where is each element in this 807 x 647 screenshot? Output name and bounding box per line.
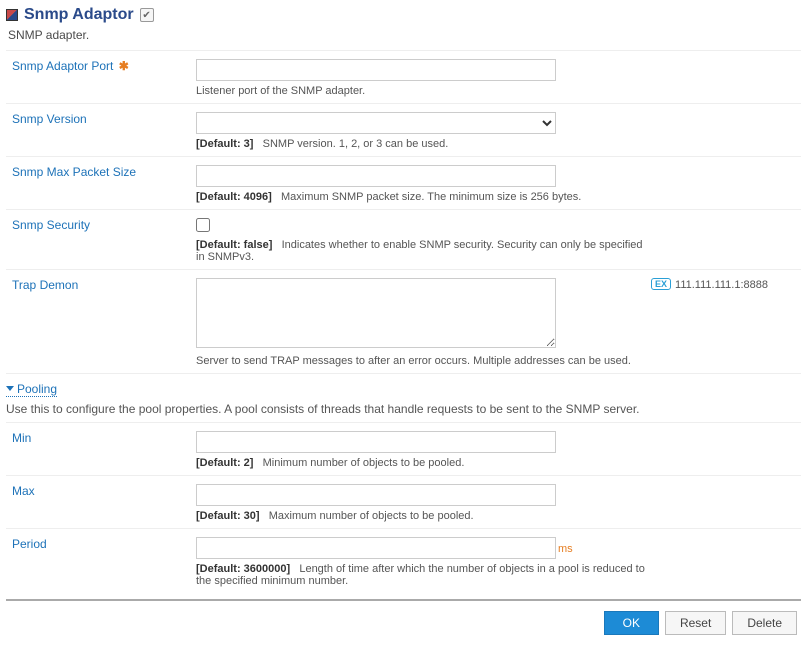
security-checkbox[interactable] [196,218,210,232]
field-row-min: Min [Default: 2] Minimum number of objec… [6,422,801,475]
version-help: [Default: 3] SNMP version. 1, 2, or 3 ca… [196,138,651,150]
chevron-down-icon [6,386,14,391]
maxpacket-default: [Default: 4096] [196,191,272,203]
label-trap: Trap Demon [6,278,196,292]
label-port-text: Snmp Adaptor Port [12,59,113,73]
period-default: [Default: 3600000] [196,563,290,575]
field-row-port: Snmp Adaptor Port ✱ Listener port of the… [6,50,801,103]
label-max: Max [6,484,196,498]
adaptor-icon [6,9,18,21]
label-version: Snmp Version [6,112,196,126]
port-input[interactable] [196,59,556,81]
port-help: Listener port of the SNMP adapter. [196,85,651,97]
label-maxpacket: Snmp Max Packet Size [6,165,196,179]
trap-help: Server to send TRAP messages to after an… [196,355,651,367]
max-default: [Default: 30] [196,510,260,522]
min-help-text: Minimum number of objects to be pooled. [263,457,465,469]
delete-button[interactable]: Delete [732,611,797,635]
field-row-maxpacket: Snmp Max Packet Size [Default: 4096] Max… [6,156,801,209]
pooling-heading-text: Pooling [17,382,57,396]
version-help-text: SNMP version. 1, 2, or 3 can be used. [263,138,449,150]
field-row-version: Snmp Version [Default: 3] SNMP version. … [6,103,801,156]
example-badge: EX [651,278,671,290]
label-security: Snmp Security [6,218,196,232]
field-row-security: Snmp Security [Default: false] Indicates… [6,209,801,269]
field-row-trap: Trap Demon Server to send TRAP messages … [6,269,801,373]
reset-button[interactable]: Reset [665,611,726,635]
security-default: [Default: false] [196,239,272,251]
trap-textarea[interactable] [196,278,556,348]
label-period: Period [6,537,196,551]
period-unit: ms [558,543,573,555]
label-port: Snmp Adaptor Port ✱ [6,59,196,73]
pooling-section-header: Pooling [6,373,801,400]
period-help: [Default: 3600000] Length of time after … [196,563,651,587]
pooling-desc: Use this to configure the pool propertie… [6,402,801,416]
maxpacket-help: [Default: 4096] Maximum SNMP packet size… [196,191,651,203]
max-help-text: Maximum number of objects to be pooled. [269,510,474,522]
min-default: [Default: 2] [196,457,253,469]
page-title: Snmp Adaptor [24,6,134,24]
field-row-max: Max [Default: 30] Maximum number of obje… [6,475,801,528]
maxpacket-input[interactable] [196,165,556,187]
version-default: [Default: 3] [196,138,253,150]
ok-button[interactable]: OK [604,611,659,635]
pooling-toggle[interactable]: Pooling [6,382,57,397]
field-row-period: Period ms [Default: 3600000] Length of t… [6,528,801,593]
min-input[interactable] [196,431,556,453]
button-bar: OK Reset Delete [6,601,801,641]
page-subtitle: SNMP adapter. [8,28,801,42]
min-help: [Default: 2] Minimum number of objects t… [196,457,651,469]
example-value: 111.111.111.1:8888 [675,279,768,291]
version-select[interactable] [196,112,556,134]
period-input[interactable] [196,537,556,559]
max-input[interactable] [196,484,556,506]
maxpacket-help-text: Maximum SNMP packet size. The minimum si… [281,191,581,203]
label-min: Min [6,431,196,445]
enabled-checkmark-icon[interactable]: ✔ [140,8,154,22]
max-help: [Default: 30] Maximum number of objects … [196,510,651,522]
security-help: [Default: false] Indicates whether to en… [196,239,651,263]
required-icon: ✱ [119,59,129,73]
